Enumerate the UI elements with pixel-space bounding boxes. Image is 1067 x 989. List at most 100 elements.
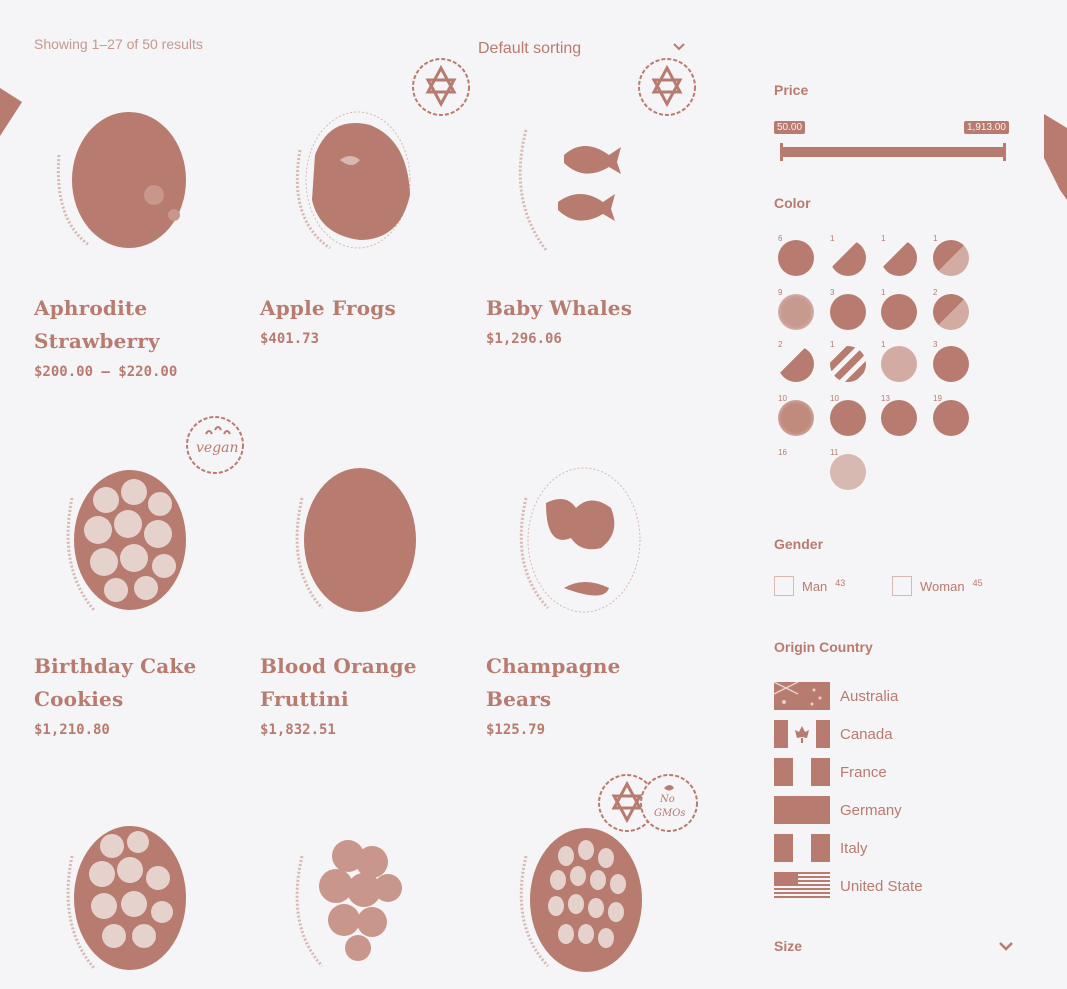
country-australia[interactable]: Australia xyxy=(774,682,898,710)
gender-count: 43 xyxy=(835,578,846,588)
country-france[interactable]: France xyxy=(774,758,887,786)
color-swatch[interactable]: 13 xyxy=(881,394,917,436)
color-filter-title: Color xyxy=(774,195,811,211)
prev-arrow-icon[interactable] xyxy=(0,88,24,138)
product-card[interactable]: Aphrodite Strawberry $200.00 – $220.00 xyxy=(34,100,244,380)
product-card[interactable]: Apple Frogs $401.73 xyxy=(260,100,470,347)
product-image[interactable] xyxy=(34,458,214,648)
product-image[interactable] xyxy=(486,816,666,989)
swatch-count: 1 xyxy=(933,234,938,243)
swatch-dot xyxy=(933,400,969,436)
swatch-dot xyxy=(830,240,866,276)
italy-flag-icon xyxy=(774,834,830,862)
swatch-count: 13 xyxy=(881,394,890,403)
swatch-dot xyxy=(881,346,917,382)
price-filter-title: Price xyxy=(774,82,809,98)
product-image[interactable] xyxy=(260,816,440,989)
country-italy[interactable]: Italy xyxy=(774,834,868,862)
no-gmo-label-2: GMOs xyxy=(654,808,686,819)
price-max-label: 1,913.00 xyxy=(964,121,1009,134)
color-swatch[interactable]: 1 xyxy=(830,234,866,276)
product-image[interactable] xyxy=(486,100,666,290)
egg-image xyxy=(56,112,186,248)
kosher-badge-icon xyxy=(638,58,696,116)
product-card[interactable] xyxy=(260,816,470,989)
product-price: $1,210.80 xyxy=(34,722,110,738)
product-image[interactable] xyxy=(34,100,214,290)
man-checkbox[interactable] xyxy=(774,576,794,596)
swatch-count: 11 xyxy=(830,448,839,457)
product-card[interactable]: Blood Orange Fruttini $1,832.51 xyxy=(260,458,470,738)
color-swatch[interactable]: 2 xyxy=(933,288,969,330)
swatch-dot xyxy=(830,294,866,330)
chevron-down-icon[interactable] xyxy=(672,40,686,52)
color-swatch[interactable]: 1 xyxy=(933,234,969,276)
color-swatch[interactable]: 11 xyxy=(830,448,866,490)
swatch-count: 19 xyxy=(933,394,942,403)
color-swatch[interactable]: 3 xyxy=(830,288,866,330)
vegan-badge: vegan xyxy=(184,414,246,476)
swatch-count: 10 xyxy=(778,394,787,403)
price-slider-min-handle[interactable] xyxy=(780,143,783,161)
country-germany[interactable]: Germany xyxy=(774,796,902,824)
no-gmo-badge: No GMOs xyxy=(638,772,700,834)
country-label: Germany xyxy=(840,801,902,819)
chevron-down-icon[interactable] xyxy=(998,940,1014,952)
product-card[interactable]: Birthday Cake Cookies $1,210.80 xyxy=(34,458,244,738)
result-count: Showing 1–27 of 50 results xyxy=(34,36,203,52)
color-swatch[interactable]: 10 xyxy=(830,394,866,436)
product-price: $401.73 xyxy=(260,331,320,347)
country-usa[interactable]: United State xyxy=(774,872,923,900)
swatch-count: 16 xyxy=(778,448,787,457)
price-slider-max-handle[interactable] xyxy=(1003,143,1006,161)
color-swatch[interactable]: 3 xyxy=(933,340,969,382)
gender-option-man[interactable]: Man 43 xyxy=(774,576,845,596)
size-filter-title[interactable]: Size xyxy=(774,938,802,954)
color-swatch[interactable]: 1 xyxy=(881,234,917,276)
swatch-dot xyxy=(830,400,866,436)
origin-filter-title: Origin Country xyxy=(774,639,873,655)
product-card[interactable]: Baby Whales $1,296.06 xyxy=(486,100,696,347)
swatch-count: 6 xyxy=(778,234,783,243)
color-swatch[interactable]: 1 xyxy=(830,340,866,382)
product-image[interactable] xyxy=(34,816,214,989)
canada-flag-icon xyxy=(774,720,830,748)
swatch-dot xyxy=(778,240,814,276)
product-image[interactable] xyxy=(260,100,440,290)
product-title[interactable]: Champagne Bears xyxy=(486,650,686,716)
swatch-count: 1 xyxy=(881,288,886,297)
color-swatch[interactable]: 9 xyxy=(778,288,814,330)
egg-image xyxy=(295,111,411,250)
product-title[interactable]: Blood Orange Fruttini xyxy=(260,650,460,716)
product-image[interactable] xyxy=(486,458,666,648)
next-arrow-icon[interactable] xyxy=(1040,110,1067,210)
color-swatch[interactable]: 6 xyxy=(778,234,814,276)
product-card[interactable] xyxy=(34,816,244,989)
color-swatch[interactable]: 2 xyxy=(778,340,814,382)
product-title[interactable]: Baby Whales xyxy=(486,292,686,325)
swatch-dot xyxy=(881,294,917,330)
color-swatch[interactable]: 1 xyxy=(881,288,917,330)
product-price: $200.00 – $220.00 xyxy=(34,364,178,380)
product-card[interactable] xyxy=(486,816,696,989)
usa-flag-icon xyxy=(774,872,830,900)
sorting-select[interactable]: Default sorting xyxy=(478,40,581,58)
woman-checkbox[interactable] xyxy=(892,576,912,596)
color-swatch[interactable]: 1 xyxy=(881,340,917,382)
country-canada[interactable]: Canada xyxy=(774,720,893,748)
gender-option-woman[interactable]: Woman 45 xyxy=(892,576,983,596)
product-title[interactable]: Apple Frogs xyxy=(260,292,460,325)
color-swatch[interactable]: 19 xyxy=(933,394,969,436)
price-slider-track[interactable] xyxy=(782,147,1006,157)
swatch-count: 3 xyxy=(933,340,938,349)
product-image[interactable] xyxy=(260,458,440,648)
color-swatch[interactable]: 10 xyxy=(778,394,814,436)
color-swatch[interactable]: 16 xyxy=(778,448,814,486)
product-card[interactable]: Champagne Bears $125.79 xyxy=(486,458,696,738)
product-title[interactable]: Aphrodite Strawberry xyxy=(34,292,234,358)
swatch-count: 1 xyxy=(881,234,886,243)
swatch-dot xyxy=(933,294,969,330)
product-title[interactable]: Birthday Cake Cookies xyxy=(34,650,234,716)
gender-label: Woman xyxy=(920,578,965,594)
gender-filter-title: Gender xyxy=(774,536,824,552)
